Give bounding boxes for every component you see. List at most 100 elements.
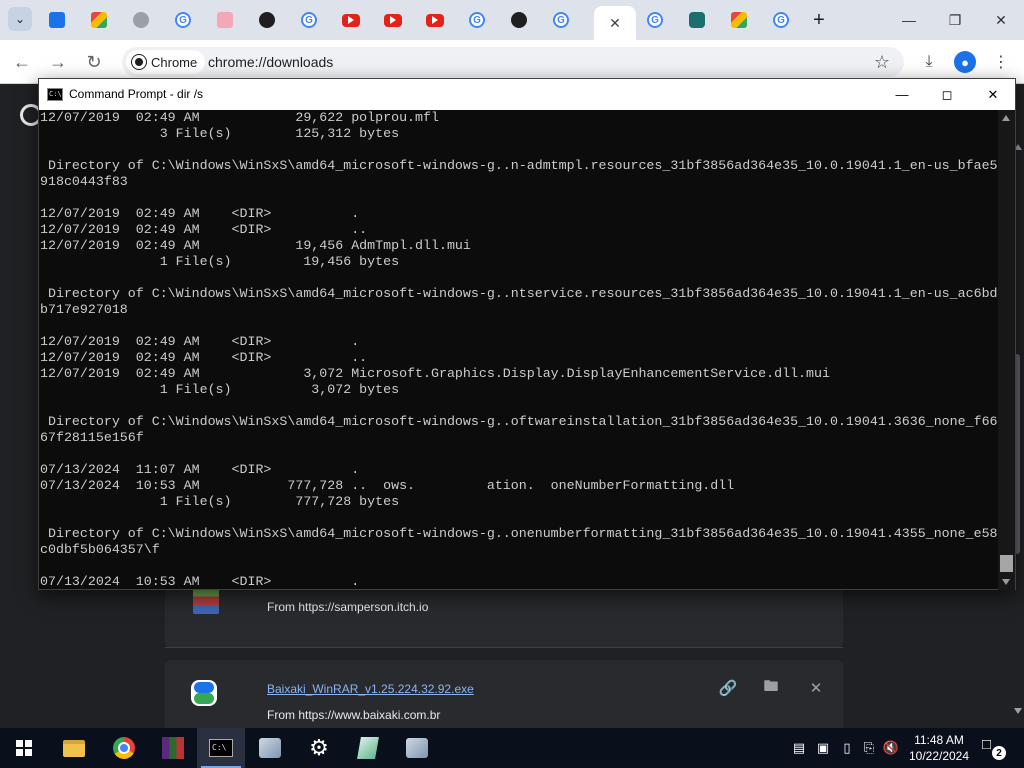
volume-muted-icon: 🔇 <box>882 740 900 755</box>
drive-icon <box>731 12 747 28</box>
cmd-scroll-thumb[interactable] <box>1000 555 1013 572</box>
close-window-button[interactable]: ✕ <box>978 0 1024 40</box>
tray-volume[interactable]: 🔇 <box>880 728 902 768</box>
taskbar-file-explorer[interactable] <box>50 728 98 768</box>
browser-tab[interactable]: G <box>638 6 672 34</box>
cmd-scrollbar[interactable] <box>998 110 1015 590</box>
command-prompt-window[interactable]: C:\ Command Prompt - dir /s — ◻ ✕ 12/07/… <box>38 78 1016 590</box>
console-line: 07/13/2024 10:53 AM <DIR> . <box>40 574 360 589</box>
folder-icon: 🖿 <box>763 677 779 695</box>
taskbar-settings[interactable]: ⚙ <box>295 728 343 768</box>
console-line: Directory of C:\Windows\WinSxS\amd64_mic… <box>40 158 998 173</box>
browser-tab[interactable]: G <box>460 6 494 34</box>
browser-tab[interactable]: G <box>544 6 578 34</box>
minimize-button[interactable]: — <box>886 0 932 40</box>
taskbar-app[interactable] <box>393 728 441 768</box>
reload-button[interactable]: ↻ <box>82 50 106 74</box>
console-line: 3 File(s) 125,312 bytes <box>40 126 400 141</box>
winrar-icon <box>162 737 184 759</box>
tray-app-icon[interactable]: ▣ <box>812 728 834 768</box>
clock-time: 11:48 AM <box>914 733 964 747</box>
tab-strip: ⌄ G G G G ✕ G G + — ❐ ✕ <box>0 0 1024 40</box>
console-line: 1 File(s) 19,456 bytes <box>40 254 400 269</box>
console-line: 12/07/2019 02:49 AM <DIR> . <box>40 206 360 221</box>
tab-search-button[interactable]: ⌄ <box>8 7 32 31</box>
cmd-minimize-button[interactable]: — <box>879 79 925 110</box>
browser-tab[interactable] <box>680 6 714 34</box>
scroll-up-icon[interactable] <box>1002 115 1010 121</box>
console-line: 07/13/2024 10:53 AM 777,728 .. ows. atio… <box>40 478 735 493</box>
browser-tab[interactable] <box>40 6 74 34</box>
browser-tab[interactable] <box>250 6 284 34</box>
new-tab-button[interactable]: + <box>806 8 832 32</box>
browser-tab[interactable]: G <box>166 6 200 34</box>
youtube-icon <box>384 13 402 27</box>
download-source: From https://samperson.itch.io <box>267 600 429 614</box>
taskbar-command-prompt[interactable]: C:\ <box>197 728 245 768</box>
notification-center-button[interactable]: □ 2 <box>982 736 1006 760</box>
notification-icon: □ <box>982 736 992 753</box>
url-text[interactable]: chrome://downloads <box>208 54 333 70</box>
browser-tab[interactable] <box>722 6 756 34</box>
close-icon[interactable]: ✕ <box>609 15 621 32</box>
browser-tab[interactable] <box>502 6 536 34</box>
show-in-folder-button[interactable]: 🖿 <box>760 677 782 699</box>
address-bar[interactable]: Chrome chrome://downloads ☆ <box>122 47 904 77</box>
youtube-icon <box>426 13 444 27</box>
cmd-app-icon: C:\ <box>47 88 63 101</box>
tray-app-icon[interactable]: ▤ <box>788 728 810 768</box>
browser-tab[interactable] <box>376 6 410 34</box>
scroll-down-icon[interactable] <box>1002 579 1010 585</box>
drive-icon <box>91 12 107 28</box>
close-icon: ✕ <box>809 680 823 697</box>
console-line: Directory of C:\Windows\WinSxS\amd64_mic… <box>40 526 998 541</box>
console-line: Directory of C:\Windows\WinSxS\amd64_mic… <box>40 286 998 301</box>
back-button[interactable]: ← <box>10 50 34 74</box>
copy-link-button[interactable]: 🔗 <box>717 677 739 699</box>
cmd-icon: C:\ <box>209 739 233 757</box>
download-filename-link[interactable]: Baixaki_WinRAR_v1.25.224.32.92.exe <box>267 682 474 696</box>
minimize-icon: — <box>902 12 916 28</box>
forward-button[interactable]: → <box>46 50 70 74</box>
profile-button[interactable]: ● <box>954 51 976 73</box>
google-icon: G <box>469 12 485 28</box>
tray-battery[interactable]: ▯ <box>836 728 858 768</box>
browser-tab[interactable] <box>82 6 116 34</box>
browser-tab-active[interactable]: ✕ <box>594 6 636 40</box>
browser-tab[interactable]: G <box>292 6 326 34</box>
browser-tab[interactable] <box>334 6 368 34</box>
browser-tab[interactable] <box>418 6 452 34</box>
chrome-logo-icon <box>132 55 146 69</box>
download-item: Baixaki_WinRAR_v1.25.224.32.92.exe From … <box>165 660 843 734</box>
remove-download-button[interactable]: ✕ <box>805 677 827 699</box>
restore-button[interactable]: ❐ <box>932 0 978 40</box>
monitor-tray-icon: ▣ <box>816 740 830 755</box>
cmd-console-output[interactable]: 12/07/2019 02:49 AM 29,622 polprou.mfl 3… <box>39 110 999 590</box>
taskbar-winrar[interactable] <box>149 728 197 768</box>
site-info-chip[interactable]: Chrome <box>126 50 206 74</box>
tray-network[interactable]: ⎘ <box>858 728 880 768</box>
taskbar-chrome[interactable] <box>100 728 148 768</box>
taskbar-clock[interactable]: 11:48 AM 10/22/2024 <box>902 732 976 764</box>
downloads-button[interactable]: ⤓ <box>918 51 940 73</box>
chevron-down-icon: ⌄ <box>14 12 26 26</box>
scroll-down-icon[interactable] <box>1014 708 1022 714</box>
console-line: 12/07/2019 02:49 AM 3,072 Microsoft.Grap… <box>40 366 830 381</box>
browser-tab[interactable] <box>124 6 158 34</box>
bookmark-star-icon[interactable]: ☆ <box>874 52 890 73</box>
taskbar-notes-app[interactable] <box>344 728 392 768</box>
menu-button[interactable]: ⋮ <box>990 51 1012 73</box>
browser-tab[interactable] <box>208 6 242 34</box>
cmd-title-bar[interactable]: C:\ Command Prompt - dir /s — ◻ ✕ <box>39 79 1015 110</box>
cmd-close-button[interactable]: ✕ <box>970 79 1016 110</box>
network-icon: ⎘ <box>863 740 875 755</box>
browser-tab[interactable]: G <box>764 6 798 34</box>
taskbar-app[interactable] <box>246 728 294 768</box>
clock-date: 10/22/2024 <box>908 749 970 763</box>
start-button[interactable] <box>0 728 48 768</box>
google-icon: G <box>301 12 317 28</box>
cmd-maximize-button[interactable]: ◻ <box>924 79 970 110</box>
cmd-window-title: Command Prompt - dir /s <box>69 87 204 101</box>
